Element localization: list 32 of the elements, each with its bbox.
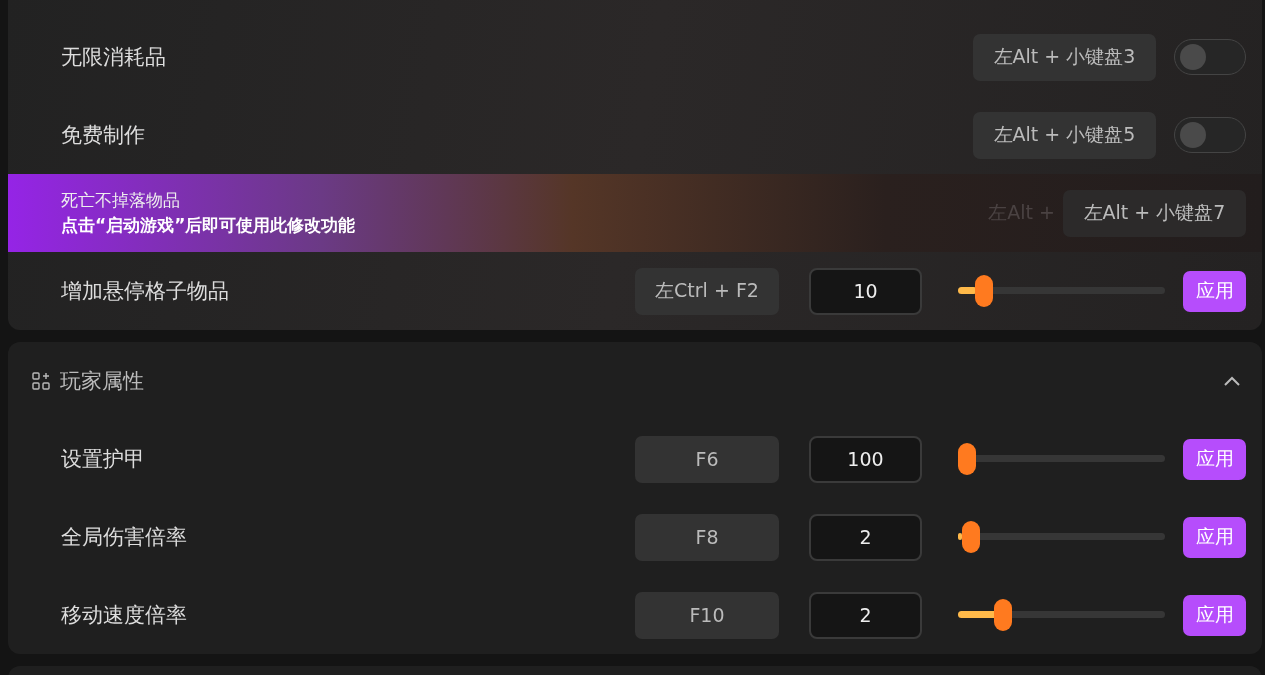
- apply-button[interactable]: 应用: [1183, 594, 1246, 636]
- chevron-icon[interactable]: [1224, 376, 1240, 386]
- notice-title: 死亡不掉落物品: [61, 189, 181, 212]
- apply-button[interactable]: 应用: [1183, 270, 1246, 312]
- option-label: 设置护甲: [61, 446, 146, 473]
- option-label: 移动速度倍率: [61, 602, 188, 629]
- value-input[interactable]: 2: [809, 591, 922, 639]
- option-label: 全局伤害倍率: [61, 524, 188, 551]
- slider[interactable]: [958, 443, 1165, 475]
- toggle-switch[interactable]: [1174, 39, 1246, 75]
- value-input[interactable]: 10: [809, 267, 922, 315]
- section-title: 玩家属性: [60, 368, 145, 395]
- option-label: 增加悬停格子物品: [61, 278, 230, 305]
- apply-button[interactable]: 应用: [1183, 438, 1246, 480]
- hotkey-label: 左Alt + 小键盘5: [973, 111, 1156, 159]
- hotkey-label: 左Ctrl + F2: [635, 267, 779, 315]
- slider[interactable]: [958, 521, 1165, 553]
- slider[interactable]: [958, 599, 1165, 631]
- option-label: 无限消耗品: [61, 44, 167, 71]
- hotkey-label: 左Alt + 小键盘7: [1063, 189, 1246, 237]
- apps-icon: [32, 372, 50, 390]
- value-input[interactable]: 100: [809, 435, 922, 483]
- hotkey-label: F10: [635, 591, 779, 639]
- apply-button[interactable]: 应用: [1183, 516, 1246, 558]
- hotkey-label: F8: [635, 513, 779, 561]
- option-label: 免费制作: [61, 122, 146, 149]
- slider[interactable]: [958, 275, 1165, 307]
- toggle-switch[interactable]: [1174, 117, 1246, 153]
- value-input[interactable]: 2: [809, 513, 922, 561]
- hotkey-label: F6: [635, 435, 779, 483]
- hotkey-label: 左Alt + 小键盘3: [973, 33, 1156, 81]
- notice-message: 点击“启动游戏”后即可使用此修改功能: [61, 214, 357, 237]
